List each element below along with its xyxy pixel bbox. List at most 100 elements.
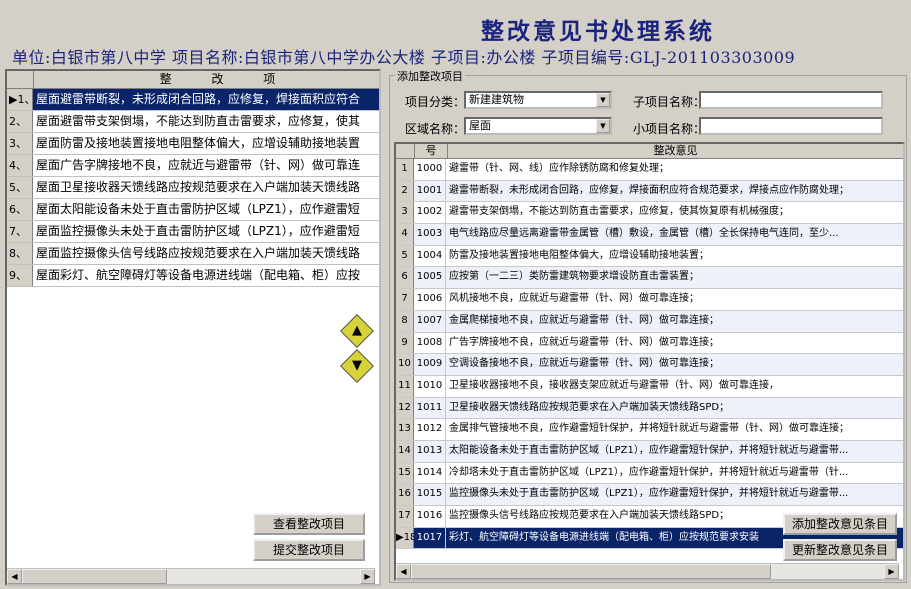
opinion-text: 防雷及接地装置接地电阻整体偏大，应增设辅助接地装置；: [449, 249, 709, 261]
scroll-left-icon[interactable]: ◀: [7, 569, 22, 584]
opinion-text: 金属爬梯接地不良，应就近与避雷带（针、网）做可靠连接；: [449, 314, 719, 326]
row-index: 3: [396, 202, 414, 224]
scroll-thumb[interactable]: [22, 569, 167, 584]
up-arrow-icon: ▲: [352, 323, 362, 338]
chevron-down-icon[interactable]: ▼: [596, 119, 610, 133]
opinion-text: 卫星接收器接地不良，接收器支架应就近与避雷带（针、网）做可靠连接，: [449, 379, 779, 391]
rectification-items-grid[interactable]: 整 改 项 ▶1、 屋面避雷带断裂，未形成闭合回路，应修复，焊接面积应符合 2、 屋面…: [5, 69, 381, 586]
update-opinion-button[interactable]: 更新整改意见条目: [783, 539, 897, 561]
row-number: ▶1、: [7, 89, 35, 110]
opinion-code: 1015: [414, 484, 446, 505]
area-select[interactable]: 屋面 ▼: [464, 117, 612, 135]
row-number: 9、: [7, 265, 33, 286]
group-title: 添加整改项目: [395, 68, 465, 84]
opinion-code: 1008: [414, 332, 446, 354]
items-column-header: 整 改 项: [159, 72, 294, 86]
sub-project-name-label: 子项目名称：: [633, 95, 706, 109]
list-item[interactable]: 6、 屋面太阳能设备未处于直击雷防护区域（LPZ1），应作避雷短: [7, 199, 379, 221]
row-index: 13: [396, 419, 414, 440]
table-row[interactable]: 8 1007 金属爬梯接地不良，应就近与避雷带（针、网）做可靠连接；: [396, 310, 903, 333]
small-project-name-input[interactable]: [699, 117, 883, 135]
chevron-down-icon[interactable]: ▼: [596, 93, 610, 107]
opinion-text: 金属排气管接地不良，应作避雷短针保护，并将短针就近与避雷带（针、网）做可靠连接；: [449, 423, 849, 435]
horizontal-scrollbar[interactable]: ◀ ▶: [7, 568, 375, 584]
opinion-text: 空调设备接地不良，应就近与避雷带（针、网）做可靠连接；: [449, 358, 719, 370]
opinion-code: 1004: [414, 245, 446, 267]
down-arrow-icon: ▼: [352, 358, 362, 373]
submit-items-button[interactable]: 提交整改项目: [253, 539, 365, 561]
item-text: 屋面广告字牌接地不良，应就近与避雷带（针、网）做可靠连: [36, 158, 361, 172]
row-number: 5、: [7, 177, 33, 198]
grid-header: 整 改 项: [7, 71, 379, 89]
scroll-left-icon[interactable]: ◀: [396, 564, 411, 579]
row-indicator-header: [396, 144, 415, 158]
table-row[interactable]: 16 1015 监控摄像头未处于直击雷防护区域（LPZ1），应作避雷短针保护，并将短…: [396, 484, 903, 506]
view-items-button[interactable]: 查看整改项目: [253, 513, 365, 535]
opinion-text: 广告字牌接地不良，应就近与避雷带（针、网）做可靠连接；: [449, 336, 719, 348]
table-row[interactable]: 1 1000 避雷带（针、网、线）应作除锈防腐和修复处理；: [396, 159, 903, 181]
opinion-code: 1007: [414, 310, 446, 332]
opinions-list: 1 1000 避雷带（针、网、线）应作除锈防腐和修复处理； 2 1001 避雷带断裂，未形…: [396, 159, 903, 550]
row-index: 15: [396, 462, 414, 484]
list-item[interactable]: 2、 屋面避雷带支架倒塌，不能达到防直击雷要求，应修复，使其: [7, 111, 379, 133]
scroll-thumb[interactable]: [411, 564, 771, 579]
row-number: 3、: [7, 133, 33, 154]
opinion-text: 风机接地不良，应就近与避雷带（针、网）做可靠连接；: [449, 293, 699, 305]
row-number: 2、: [7, 111, 33, 132]
table-row[interactable]: 11 1010 卫星接收器接地不良，接收器支架应就近与避雷带（针、网）做可靠连接，: [396, 375, 903, 398]
list-item[interactable]: 5、 屋面卫星接收器天馈线路应按规范要求在入户端加装天馈线路: [7, 177, 379, 199]
opinion-text: 应按第（一二三）类防雷建筑物要求增设防直击雷装置；: [449, 271, 699, 283]
opinion-code: 1006: [414, 289, 446, 310]
table-row[interactable]: 4 1003 电气线路应尽量远离避雷带金属管（槽）敷设，金属管（槽）全长保持电气连同…: [396, 224, 903, 246]
table-row[interactable]: 5 1004 防雷及接地装置接地电阻整体偏大，应增设辅助接地装置；: [396, 245, 903, 268]
project-info-line: 单位:白银市第八中学 项目名称:白银市第八中学办公大楼 子项目:办公楼 子项目编…: [12, 48, 796, 67]
item-text: 屋面避雷带断裂，未形成闭合回路，应修复，焊接面积应符合: [33, 89, 379, 110]
opinion-text: 太阳能设备未处于直击雷防护区域（LPZ1），应作避雷短针保护，并将短针就近与避雷…: [449, 444, 849, 456]
opinion-column-header: 整改意见: [653, 144, 698, 157]
row-index: 8: [396, 310, 414, 332]
opinion-code: 1001: [414, 180, 446, 202]
opinion-text: 避雷带（针、网、线）应作除锈防腐和修复处理；: [449, 163, 669, 174]
table-row[interactable]: 6 1005 应按第（一二三）类防雷建筑物要求增设防直击雷装置；: [396, 267, 903, 290]
table-row[interactable]: 15 1014 冷却塔未处于直击雷防护区域（LPZ1），应作避雷短针保护，并将短针就…: [396, 462, 903, 485]
table-row[interactable]: 13 1012 金属排气管接地不良，应作避雷短针保护，并将短针就近与避雷带（针、网）…: [396, 419, 903, 441]
table-row[interactable]: 12 1011 卫星接收器天馈线路应按规范要求在入户端加装天馈线路SPD；: [396, 397, 903, 420]
list-item[interactable]: 9、 屋面彩灯、航空障碍灯等设备电源进线端（配电箱、柜）应按: [7, 265, 379, 287]
row-index: 10: [396, 354, 414, 375]
row-index: 2: [396, 180, 414, 202]
area-label: 区域名称：: [405, 122, 466, 136]
list-item[interactable]: 7、 屋面监控摄像头未处于直击雷防护区域（LPZ1），应作避雷短: [7, 221, 379, 243]
list-item[interactable]: ▶1、 屋面避雷带断裂，未形成闭合回路，应修复，焊接面积应符合: [7, 89, 379, 111]
table-row[interactable]: 7 1006 风机接地不良，应就近与避雷带（针、网）做可靠连接；: [396, 289, 903, 311]
row-number: 7、: [7, 221, 33, 242]
opinion-code: 1009: [414, 354, 446, 375]
row-index: 7: [396, 289, 414, 310]
horizontal-scrollbar[interactable]: ◀ ▶: [396, 563, 899, 579]
opinion-code: 1011: [414, 397, 446, 419]
scroll-right-icon[interactable]: ▶: [884, 564, 899, 579]
row-index: 16: [396, 484, 414, 505]
table-row[interactable]: 10 1009 空调设备接地不良，应就近与避雷带（针、网）做可靠连接；: [396, 354, 903, 376]
category-select[interactable]: 新建建筑物 ▼: [464, 91, 612, 109]
opinion-text: 电气线路应尽量远离避雷带金属管（槽）敷设，金属管（槽）全长保持电气连同，至少..…: [449, 228, 839, 240]
list-item[interactable]: 4、 屋面广告字牌接地不良，应就近与避雷带（针、网）做可靠连: [7, 155, 379, 177]
table-row[interactable]: 3 1002 避雷带支架倒塌，不能达到防直击雷要求，应修复，使其恢复原有机械强度；: [396, 202, 903, 225]
add-opinion-button[interactable]: 添加整改意见条目: [783, 513, 897, 535]
table-row[interactable]: 2 1001 避雷带断裂，未形成闭合回路，应修复，焊接面积应符合规范要求，焊接点应作…: [396, 180, 903, 203]
row-number: 6、: [7, 199, 33, 220]
item-text: 屋面避雷带支架倒塌，不能达到防直击雷要求，应修复，使其: [36, 114, 361, 128]
opinion-code: 1003: [414, 224, 446, 245]
list-item[interactable]: 3、 屋面防雷及接地装置接地电阻整体偏大，应增设辅助接地装置: [7, 133, 379, 155]
table-row[interactable]: 9 1008 广告字牌接地不良，应就近与避雷带（针、网）做可靠连接；: [396, 332, 903, 355]
table-row[interactable]: 14 1013 太阳能设备未处于直击雷防护区域（LPZ1），应作避雷短针保护，并将短…: [396, 440, 903, 463]
category-label: 项目分类：: [405, 95, 466, 109]
area-value: 屋面: [469, 119, 491, 132]
opinion-code: 1016: [414, 506, 446, 527]
list-item[interactable]: 8、 屋面监控摄像头信号线路应按规范要求在入户端加装天馈线路: [7, 243, 379, 265]
scroll-right-icon[interactable]: ▶: [360, 569, 375, 584]
opinion-code: 1013: [414, 440, 446, 462]
sub-project-name-input[interactable]: [699, 91, 883, 109]
app-title: 整改意见书处理系统: [481, 18, 715, 45]
row-indicator-header: [7, 71, 34, 88]
item-text: 屋面太阳能设备未处于直击雷防护区域（LPZ1），应作避雷短: [36, 202, 360, 216]
